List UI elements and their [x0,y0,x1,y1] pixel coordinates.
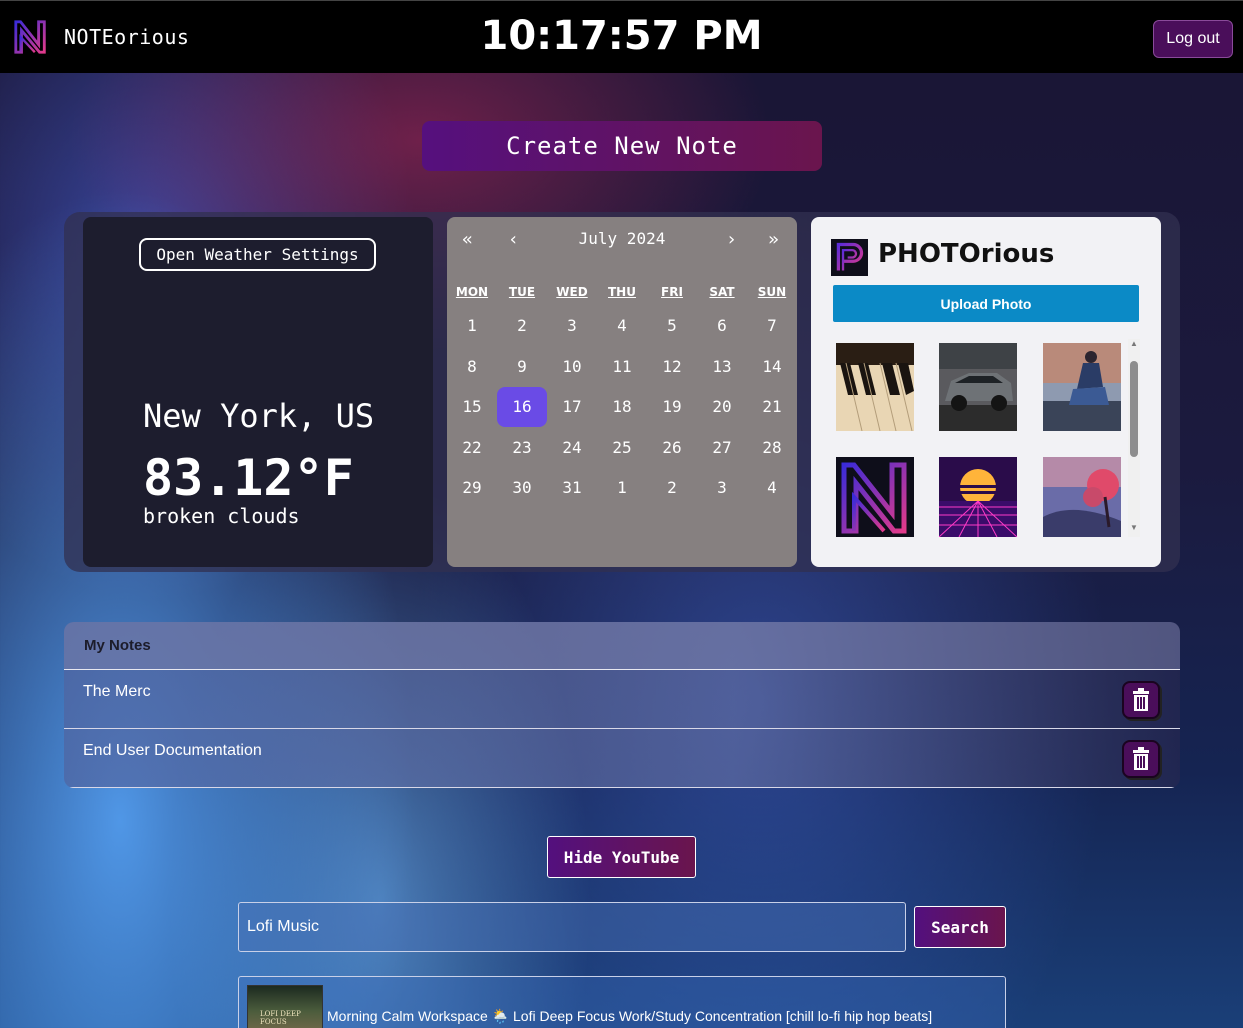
photo-scrollbar[interactable]: ▲ ▼ [1128,339,1140,537]
calendar-day[interactable]: 8 [447,347,497,387]
trash-icon [1133,688,1149,711]
brand[interactable]: NOTEorious [12,18,189,56]
calendar-day[interactable]: 12 [647,347,697,387]
scroll-down-icon[interactable]: ▼ [1128,523,1140,537]
photorious-logo-icon [831,239,868,276]
trash-icon [1133,747,1149,770]
noteorious-logo-icon [14,20,46,54]
photo-thumb-tree[interactable] [1043,457,1121,545]
calendar-day[interactable]: 4 [747,468,797,508]
calendar-day[interactable]: 28 [747,428,797,468]
youtube-search-button[interactable]: Search [914,906,1006,948]
noteorious-logo-image [836,457,914,537]
youtube-search-input[interactable] [238,902,906,952]
calendar-day[interactable]: 30 [497,468,547,508]
video-thumbnail[interactable]: LOFI DEEP FOCUS [247,985,323,1028]
photo-thumb-suv[interactable] [939,343,1017,431]
calendar-day[interactable]: 26 [647,428,697,468]
calendar-day[interactable]: 6 [697,306,747,346]
calendar-day[interactable]: 19 [647,387,697,427]
weather-description: broken clouds [143,504,300,528]
calendar-day[interactable]: 25 [597,428,647,468]
calendar-day[interactable]: 27 [697,428,747,468]
weekday-label: SAT [709,285,735,299]
calendar-day[interactable]: 5 [647,306,697,346]
calendar-day[interactable]: 21 [747,387,797,427]
calendar-day[interactable]: 10 [547,347,597,387]
weekday-label: MON [455,285,489,299]
photo-widget-title: PHOTOrious [878,239,1055,269]
scroll-up-icon[interactable]: ▲ [1128,339,1140,353]
calendar-day[interactable]: 13 [697,347,747,387]
photo-thumb-piano[interactable] [836,343,914,431]
scroll-thumb[interactable] [1130,361,1138,457]
note-row[interactable]: End User Documentation [64,729,1180,788]
calendar-day[interactable]: 3 [547,306,597,346]
weather-city: New York, US [143,397,375,435]
create-note-button[interactable]: Create New Note [422,121,822,171]
weather-settings-button[interactable]: Open Weather Settings [139,238,376,271]
calendar-day[interactable]: 2 [497,306,547,346]
next-month-button[interactable]: › [726,229,737,250]
video-thumbnail-text: LOFI DEEP FOCUS [260,1010,301,1026]
app-name: NOTEorious [64,25,190,49]
youtube-results: LOFI DEEP FOCUS Morning Calm Workspace 🌦… [238,976,1006,1028]
gray-suv-image [939,343,1017,431]
calendar-day[interactable]: 24 [547,428,597,468]
notes-list: My Notes The Merc End User Documentation [64,622,1180,788]
calendar-day[interactable]: 1 [597,468,647,508]
calendar-day[interactable]: 11 [597,347,647,387]
delete-note-button[interactable] [1122,740,1160,778]
photo-thumb-person[interactable] [1043,343,1121,431]
photo-thumb-sunset[interactable] [939,457,1017,545]
calendar-day[interactable]: 20 [697,387,747,427]
calendar-day[interactable]: 9 [497,347,547,387]
calendar-day[interactable]: 16 [497,387,547,427]
logout-button[interactable]: Log out [1153,20,1233,58]
calendar-month-label[interactable]: July 2024 [447,229,797,248]
calendar-day[interactable]: 7 [747,306,797,346]
note-title[interactable]: The Merc [83,683,151,701]
calendar-day[interactable]: 29 [447,468,497,508]
calendar-day[interactable]: 1 [447,306,497,346]
notes-header: My Notes [64,622,1180,670]
weekday-label: SUN [757,285,787,299]
synthwave-sunset-image [939,457,1017,538]
weekday-label: TUE [508,285,536,299]
weekday-label: THU [608,285,636,299]
weekday-label: WED [556,285,588,299]
calendar-day[interactable]: 18 [597,387,647,427]
note-title[interactable]: End User Documentation [83,742,262,760]
calendar-day[interactable]: 2 [647,468,697,508]
photo-widget: PHOTOrious Upload Photo ▲ ▼ [811,217,1161,567]
note-row[interactable]: The Merc [64,670,1180,729]
weekday-label: FRI [661,285,683,299]
top-bar: NOTEorious 10:17:57 PM Log out [0,0,1243,73]
person-on-wall-image [1043,343,1121,431]
weather-widget: Open Weather Settings New York, US 83.12… [83,217,433,567]
delete-note-button[interactable] [1122,681,1160,719]
hide-youtube-button[interactable]: Hide YouTube [547,836,696,878]
calendar-widget: « ‹ July 2024 › » MON TUE WED THU FRI SAT SUN … [447,217,797,567]
calendar-day[interactable]: 15 [447,387,497,427]
weather-temperature: 83.12°F [143,449,354,507]
video-title[interactable]: Morning Calm Workspace 🌦️ Lofi Deep Focu… [327,1008,932,1025]
next-year-button[interactable]: » [768,229,779,250]
calendar-day[interactable]: 23 [497,428,547,468]
photo-thumb-logo[interactable] [836,457,914,545]
calendar-day[interactable]: 31 [547,468,597,508]
calendar-day[interactable]: 22 [447,428,497,468]
calendar-day[interactable]: 14 [747,347,797,387]
calendar-day[interactable]: 3 [697,468,747,508]
calendar-day[interactable]: 17 [547,387,597,427]
pink-tree-landscape-image [1043,457,1121,537]
calendar-day[interactable]: 4 [597,306,647,346]
piano-keys-image [836,343,914,431]
upload-photo-button[interactable]: Upload Photo [833,285,1139,322]
